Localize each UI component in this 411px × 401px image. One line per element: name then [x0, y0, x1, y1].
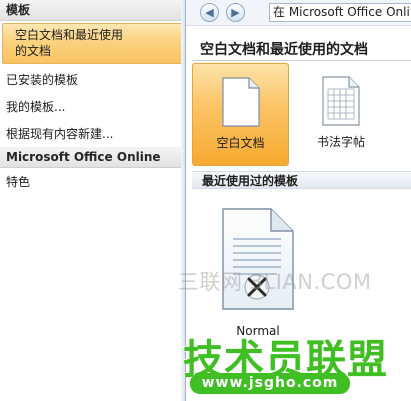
tile-label: 空白文档 [216, 136, 265, 150]
sidebar-item-my-templates[interactable]: 我的模板... [0, 93, 185, 120]
watermark-jsgho-url: www.jsgho.com [190, 373, 350, 394]
online-header: Microsoft Office Online [0, 147, 185, 168]
blank-document-icon [222, 77, 260, 127]
page-title: 空白文档和最近使用的文档 [200, 42, 368, 58]
template-document-icon [222, 208, 294, 310]
tile-label: 书法字帖 [316, 135, 365, 149]
navigation-bar: ◀ ▶ 在 Microsoft Office Onli [186, 0, 411, 26]
sidebar-item-installed-templates[interactable]: 已安装的模板 [0, 66, 185, 93]
sidebar-item-new-from-existing[interactable]: 根据现有内容新建... [0, 120, 185, 147]
sidebar-item-blank-and-recent[interactable]: 空白文档和最近使用 的文档 [2, 23, 183, 64]
title-divider [192, 60, 411, 61]
calligraphy-template-tile[interactable]: 书法字帖 [298, 63, 384, 164]
calligraphy-grid-icon [322, 76, 360, 126]
sidebar-header: 模板 [0, 0, 185, 21]
template-sidebar: 模板 空白文档和最近使用 的文档 已安装的模板 我的模板... 根据现有内容新建… [0, 0, 186, 401]
search-input[interactable]: 在 Microsoft Office Onli [269, 3, 411, 22]
sidebar-item-label-line2: 的文档 [15, 44, 52, 58]
sidebar-item-featured[interactable]: 特色 [0, 168, 185, 195]
watermark-3lian: 三联网 3LIAN.COM [178, 270, 372, 294]
sidebar-item-label-line1: 空白文档和最近使用 [15, 28, 124, 42]
blank-document-tile[interactable]: 空白文档 [192, 63, 289, 166]
back-arrow-icon[interactable]: ◀ [200, 3, 219, 22]
forward-arrow-icon[interactable]: ▶ [226, 3, 245, 22]
recent-templates-header: 最近使用过的模板 [192, 171, 411, 189]
